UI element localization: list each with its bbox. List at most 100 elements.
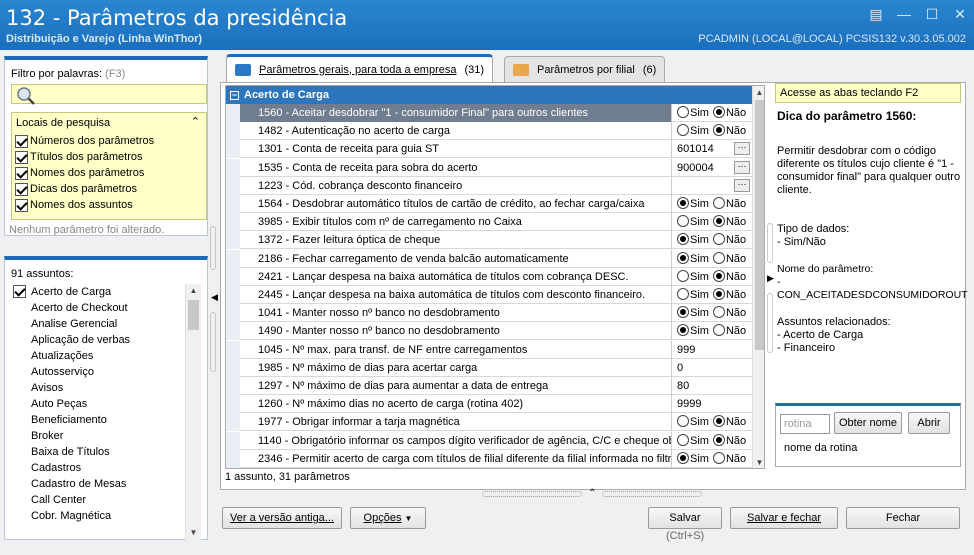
parameter-value[interactable]: Sim Não (673, 304, 752, 322)
radio-button[interactable] (677, 269, 689, 282)
parameter-value[interactable]: 9999 (673, 395, 752, 413)
parameter-row[interactable]: 2346 - Permitir acerto de carga com títu… (226, 449, 752, 468)
parameter-row[interactable]: 1260 - Nº máximo dias no acerto de carga… (226, 395, 752, 414)
parameter-value[interactable]: Sim Não (673, 213, 752, 231)
lookup-button[interactable]: ··· (734, 178, 750, 192)
search-location-option[interactable]: Nomes dos assuntos (15, 197, 133, 213)
radio-option-nao[interactable]: Não (712, 106, 746, 119)
parameter-row[interactable]: 1560 - Aceitar desdobrar "1 - consumidor… (226, 104, 752, 122)
subjects-scrollbar[interactable]: ▲ ▼ (185, 284, 201, 540)
radio-button[interactable] (712, 233, 725, 246)
obter-nome-button[interactable]: Obter nome (834, 412, 902, 434)
radio-button[interactable] (712, 197, 725, 209)
radio-button[interactable] (677, 197, 689, 209)
radio-option-nao[interactable]: Não (712, 124, 746, 137)
radio-button[interactable] (712, 215, 725, 228)
parameter-value[interactable]: Sim Não (673, 432, 752, 450)
radio-button[interactable] (712, 106, 725, 118)
radio-button[interactable] (677, 324, 689, 337)
radio-option-nao[interactable]: Não (712, 288, 746, 301)
radio-option-sim[interactable]: Sim (677, 306, 709, 319)
restore-icon[interactable]: ▤ (868, 6, 884, 22)
radio-option-sim[interactable]: Sim (677, 451, 709, 465)
parameter-value[interactable]: Sim Não (673, 268, 752, 286)
radio-option-nao[interactable]: Não (712, 306, 746, 319)
radio-option-nao[interactable]: Não (712, 324, 746, 337)
scroll-up-icon[interactable]: ▲ (186, 284, 201, 298)
radio-option-sim[interactable]: Sim (677, 215, 709, 228)
splitter-handle[interactable] (210, 312, 216, 372)
subject-item[interactable]: Call Center (11, 492, 203, 508)
splitter-handle[interactable] (602, 491, 702, 497)
checkbox[interactable] (15, 166, 28, 180)
parameter-value[interactable]: 0 (673, 359, 752, 377)
search-location-option[interactable]: Títulos dos parâmetros (15, 149, 143, 165)
group-header[interactable]: − Acerto de Carga (226, 86, 752, 104)
radio-option-sim[interactable]: Sim (677, 233, 709, 246)
radio-button[interactable] (712, 124, 725, 137)
radio-button[interactable] (677, 124, 689, 137)
search-location-option[interactable]: Nomes dos parâmetros (15, 165, 144, 181)
splitter-handle[interactable] (210, 226, 216, 270)
radio-button[interactable] (677, 451, 689, 464)
parameter-row[interactable]: 1535 - Conta de receita para sobra do ac… (226, 158, 752, 177)
parameter-value[interactable]: 601014 ··· (673, 140, 752, 158)
parameter-value[interactable]: Sim Não (673, 413, 752, 431)
lookup-button[interactable]: ··· (734, 142, 750, 156)
parameter-value[interactable]: 900004 ··· (673, 159, 752, 177)
parameter-row[interactable]: 1372 - Fazer leitura óptica de cheque Sim… (226, 231, 752, 250)
radio-option-sim[interactable]: Sim (677, 124, 709, 137)
subject-item[interactable]: Baixa de Títulos (11, 444, 203, 460)
collapse-up-icon[interactable]: ⌃ (588, 488, 596, 499)
subject-item[interactable]: Aplicação de verbas (11, 332, 203, 348)
subject-item[interactable]: Autosserviço (11, 364, 203, 380)
splitter-handle[interactable] (767, 223, 773, 263)
parameter-row[interactable]: 1041 - Manter nosso nº banco no desdobra… (226, 304, 752, 323)
radio-button[interactable] (677, 106, 689, 118)
parameter-row[interactable]: 1977 - Obrigar informar a tarja magnétic… (226, 413, 752, 432)
radio-option-sim[interactable]: Sim (677, 324, 709, 337)
radio-button[interactable] (712, 288, 725, 300)
checkbox[interactable] (15, 134, 28, 148)
parameter-value[interactable]: Sim Não (673, 250, 752, 268)
parameter-row[interactable]: 1297 - Nº máximo de dias para aumentar a… (226, 377, 752, 395)
subject-item[interactable]: Auto Peças (11, 396, 203, 412)
search-location-option[interactable]: Números dos parâmetros (15, 133, 154, 149)
grid-scrollbar[interactable]: ▲ ▼ (752, 86, 764, 468)
radio-button[interactable] (712, 415, 725, 428)
radio-option-nao[interactable]: Não (712, 251, 746, 265)
parameter-value[interactable]: Sim Não (673, 322, 752, 340)
salvar-button[interactable]: Salvar (648, 507, 722, 529)
scroll-up-icon[interactable]: ▲ (753, 86, 764, 100)
collapse-left-icon[interactable]: ◀ (211, 292, 218, 303)
radio-option-nao[interactable]: Não (712, 197, 746, 210)
rotina-input[interactable] (780, 414, 830, 434)
parameter-row[interactable]: 1985 - Nº máximo de dias para acertar ca… (226, 358, 752, 377)
subject-item[interactable]: Atualizações (11, 348, 203, 364)
checkbox[interactable] (15, 150, 28, 164)
checkbox[interactable] (15, 182, 28, 196)
radio-option-nao[interactable]: Não (712, 415, 746, 428)
radio-button[interactable] (677, 415, 689, 428)
radio-button[interactable] (712, 324, 725, 337)
radio-button[interactable] (677, 215, 689, 228)
versao-antiga-button[interactable]: Ver a versão antiga... (222, 507, 342, 529)
subject-item[interactable]: Beneficiamento (11, 412, 203, 428)
radio-button[interactable] (712, 306, 725, 319)
subject-item[interactable]: Cadastros (11, 460, 203, 476)
parameter-row[interactable]: 2186 - Fechar carregamento de venda balc… (226, 249, 752, 268)
scroll-thumb[interactable] (188, 300, 199, 330)
radio-option-nao[interactable]: Não (712, 233, 746, 246)
abrir-button[interactable]: Abrir (908, 412, 950, 434)
parameter-row[interactable]: 1482 - Autenticação no acerto de carga Si… (226, 122, 752, 141)
radio-option-sim[interactable]: Sim (677, 269, 709, 283)
collapse-group-icon[interactable]: − (230, 91, 239, 100)
parameter-row[interactable]: 1045 - Nº max. para transf. de NF entre … (226, 340, 752, 359)
parameter-row[interactable]: 1140 - Obrigatório informar os campos dí… (226, 431, 752, 450)
salvar-fechar-button[interactable]: Salvar e fechar (730, 507, 838, 529)
radio-option-nao[interactable]: Não (712, 215, 746, 228)
checkbox[interactable] (13, 285, 26, 298)
radio-button[interactable] (677, 251, 689, 264)
radio-option-nao[interactable]: Não (712, 269, 746, 283)
radio-button[interactable] (712, 251, 725, 264)
